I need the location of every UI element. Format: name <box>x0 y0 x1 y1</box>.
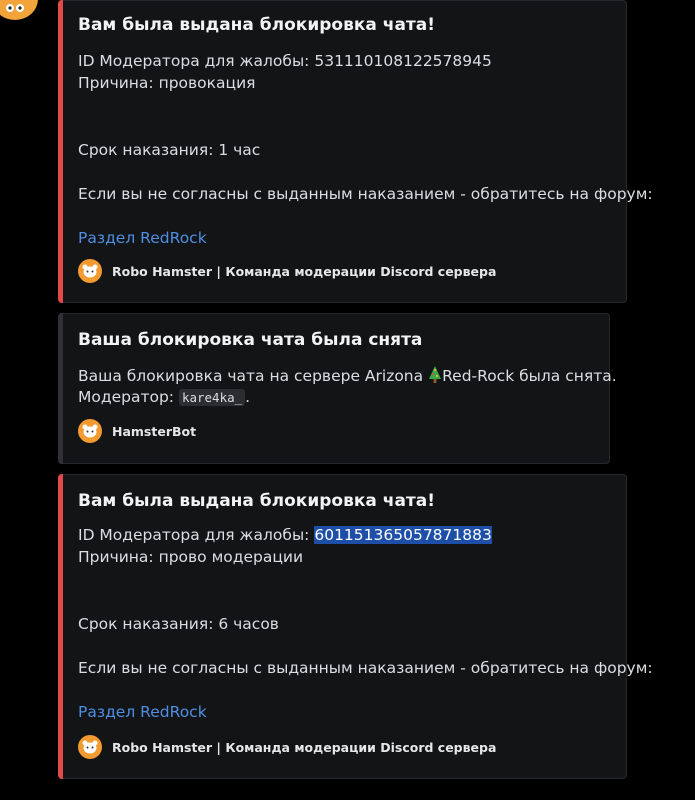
moderator-id-label: ID Модератора для жалобы: <box>78 52 315 70</box>
forum-link[interactable]: Раздел RedRock <box>78 229 207 247</box>
hamster-icon <box>78 259 102 283</box>
embed-title: Вам была выдана блокировка чата! <box>78 15 435 35</box>
embed-title: Вам была выдана блокировка чата! <box>78 491 435 511</box>
embed-accent-bar <box>58 313 63 464</box>
moderator-line: Модератор: kare4ka_. <box>78 388 250 406</box>
christmas-tree-icon <box>429 366 442 383</box>
hamster-icon <box>78 735 102 759</box>
footer-text: HamsterBot <box>112 423 197 439</box>
duration-line: Срок наказания: 6 часов <box>78 615 279 633</box>
embed-accent-bar <box>58 474 63 779</box>
embed-accent-bar <box>58 0 63 303</box>
unban-text-after: Red-Rock была снята. <box>442 367 617 385</box>
moderator-label: Модератор: <box>78 388 179 406</box>
embed-footer: Robo Hamster | Команда модерации Discord… <box>78 259 496 283</box>
embed-footer: HamsterBot <box>78 419 196 443</box>
appeal-line: Если вы не согласны с выданным наказание… <box>78 659 653 677</box>
unban-text-line: Ваша блокировка чата на сервере Arizona … <box>78 366 617 385</box>
punishment-embed-1: Вам была выдана блокировка чата! ID Моде… <box>58 0 653 303</box>
forum-link[interactable]: Раздел RedRock <box>78 703 207 721</box>
reason-line: Причина: прово модерации <box>78 548 304 566</box>
moderator-id-line: ID Модератора для жалобы: 53111010812257… <box>78 52 492 70</box>
duration-line: Срок наказания: 1 час <box>78 141 261 159</box>
embed-footer: Robo Hamster | Команда модерации Discord… <box>78 735 496 759</box>
reason-line: Причина: провокация <box>78 74 256 92</box>
unban-embed: Ваша блокировка чата была снята Ваша бло… <box>58 313 617 464</box>
moderator-id-value-selected[interactable]: 601151365057871883 <box>314 526 492 544</box>
punishment-embed-2: Вам была выдана блокировка чата! ID Моде… <box>58 474 653 779</box>
footer-text: Robo Hamster | Команда модерации Discord… <box>112 739 497 755</box>
hamster-icon <box>78 419 102 443</box>
embed-title: Ваша блокировка чата была снята <box>78 330 423 350</box>
moderator-name: kare4ka_ <box>178 389 246 406</box>
footer-text: Robo Hamster | Команда модерации Discord… <box>112 263 497 279</box>
appeal-line: Если вы не согласны с выданным наказание… <box>78 185 653 203</box>
moderator-id-value: 531110108122578945 <box>314 52 492 70</box>
unban-text-before: Ваша блокировка чата на сервере Arizona <box>78 367 424 385</box>
period: . <box>245 388 251 406</box>
moderator-id-line: ID Модератора для жалобы: 60115136505787… <box>78 526 492 544</box>
moderator-id-label: ID Модератора для жалобы: <box>78 526 315 544</box>
bot-avatar-icon[interactable] <box>0 0 38 20</box>
